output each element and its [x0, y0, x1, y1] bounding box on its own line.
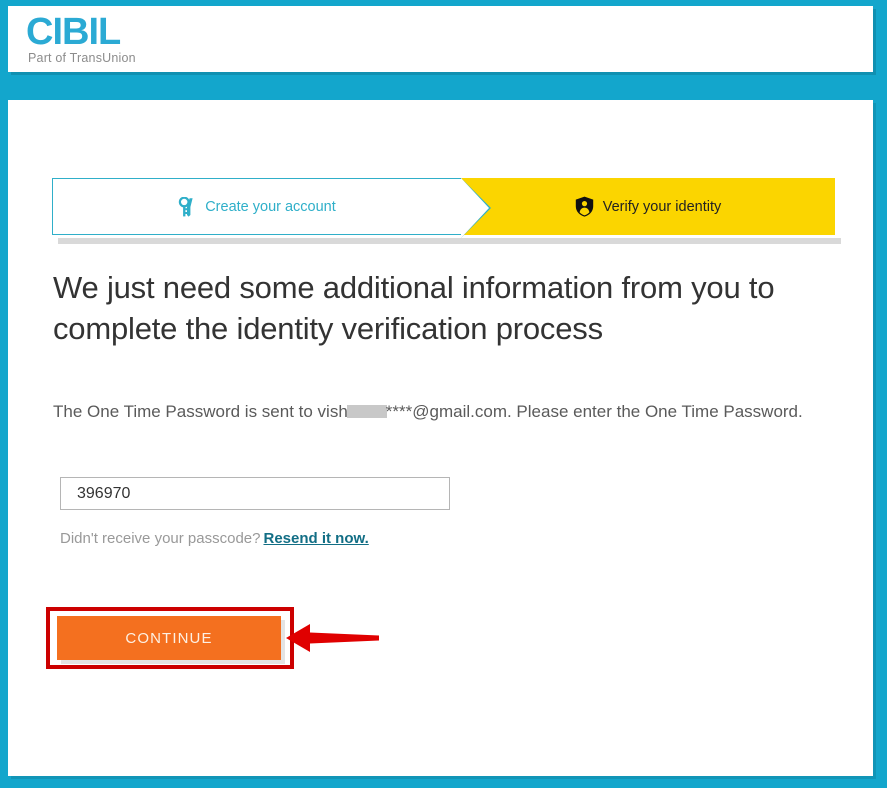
step-label-create-account: Create your account	[205, 198, 336, 215]
otp-input[interactable]	[60, 477, 450, 510]
steps-shadow	[58, 238, 841, 244]
page-header: CIBIL Part of TransUnion	[8, 6, 873, 72]
resend-link[interactable]: Resend it now.	[263, 530, 368, 547]
step-verify-your-identity[interactable]: Verify your identity	[461, 178, 835, 235]
signup-step-bar: Create your account Verify your identity	[52, 177, 835, 238]
resend-prompt-label: Didn't receive your passcode?	[60, 530, 261, 547]
step-label-verify-identity: Verify your identity	[602, 198, 722, 215]
resend-row: Didn't receive your passcode? Resend it n…	[60, 530, 369, 547]
otp-description-suffix: ****@gmail.com. Please enter the One Tim…	[385, 402, 803, 421]
cibil-logo[interactable]: CIBIL Part of TransUnion	[26, 12, 136, 65]
otp-description-prefix: The One Time Password is sent to vish	[53, 402, 348, 421]
key-icon	[178, 196, 196, 217]
logo-wordmark: CIBIL	[26, 11, 121, 53]
annotation-arrow	[284, 616, 384, 660]
page-title: We just need some additional information…	[53, 270, 775, 346]
logo-tagline: Part of TransUnion	[28, 51, 136, 65]
otp-description: The One Time Password is sent to vish ***…	[53, 400, 805, 424]
main-content-panel: Create your account Verify your identity…	[8, 100, 873, 776]
shield-user-icon	[575, 196, 594, 217]
annotation-highlight-box	[46, 607, 294, 669]
email-redaction-block	[346, 405, 387, 418]
step-create-your-account[interactable]: Create your account	[52, 177, 491, 238]
